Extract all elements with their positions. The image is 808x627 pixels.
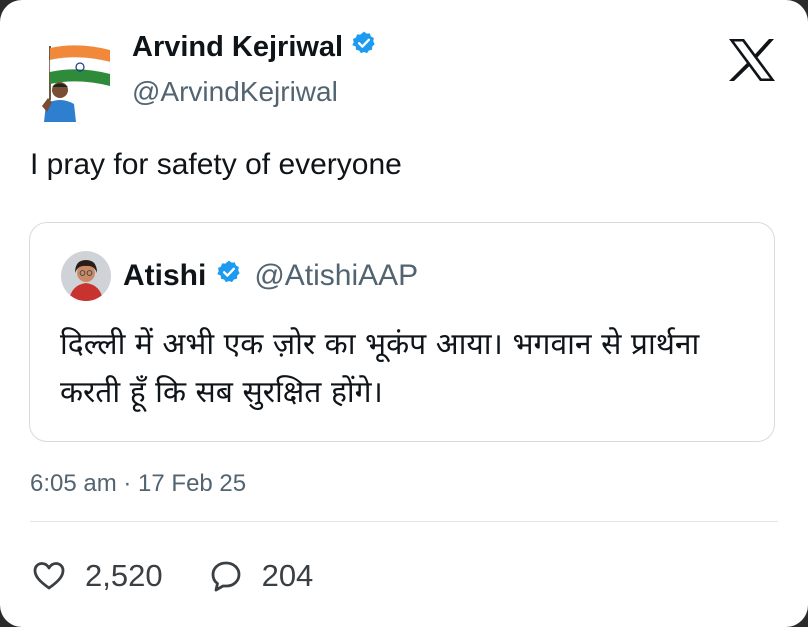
author-avatar[interactable] bbox=[38, 40, 118, 122]
author-name[interactable]: Arvind Kejriwal bbox=[132, 30, 377, 64]
heart-icon bbox=[33, 562, 65, 590]
engagement-stats: 2,520 204 bbox=[33, 558, 313, 594]
author-handle[interactable]: @ArvindKejriwal bbox=[132, 76, 338, 108]
author-name-text: Arvind Kejriwal bbox=[132, 30, 344, 63]
quoted-tweet[interactable]: Atishi @AtishiAAP दिल्ली में अभी एक ज़ोर… bbox=[29, 222, 775, 442]
like-button[interactable]: 2,520 bbox=[33, 558, 163, 594]
divider bbox=[30, 521, 778, 522]
like-count: 2,520 bbox=[85, 558, 163, 593]
tweet-text: I pray for safety of everyone bbox=[30, 148, 402, 181]
quoted-tweet-text: दिल्ली में अभी एक ज़ोर का भूकंप आया। भगव… bbox=[60, 327, 700, 410]
verified-badge-icon bbox=[351, 30, 377, 64]
quoted-author-name[interactable]: Atishi bbox=[123, 259, 206, 293]
verified-badge-icon bbox=[216, 259, 242, 293]
quoted-header: Atishi @AtishiAAP bbox=[123, 259, 418, 293]
x-logo-icon[interactable] bbox=[727, 38, 777, 82]
reply-button[interactable]: 204 bbox=[210, 558, 314, 594]
tweet-timestamp[interactable]: 6:05 am · 17 Feb 25 bbox=[30, 470, 246, 498]
quoted-author-avatar[interactable] bbox=[61, 251, 111, 301]
speech-bubble-icon bbox=[211, 561, 240, 592]
reply-count: 204 bbox=[261, 558, 314, 593]
tweet-card: Arvind Kejriwal @ArvindKejriwal I pray f… bbox=[0, 0, 808, 627]
quoted-author-handle[interactable]: @AtishiAAP bbox=[254, 259, 418, 293]
